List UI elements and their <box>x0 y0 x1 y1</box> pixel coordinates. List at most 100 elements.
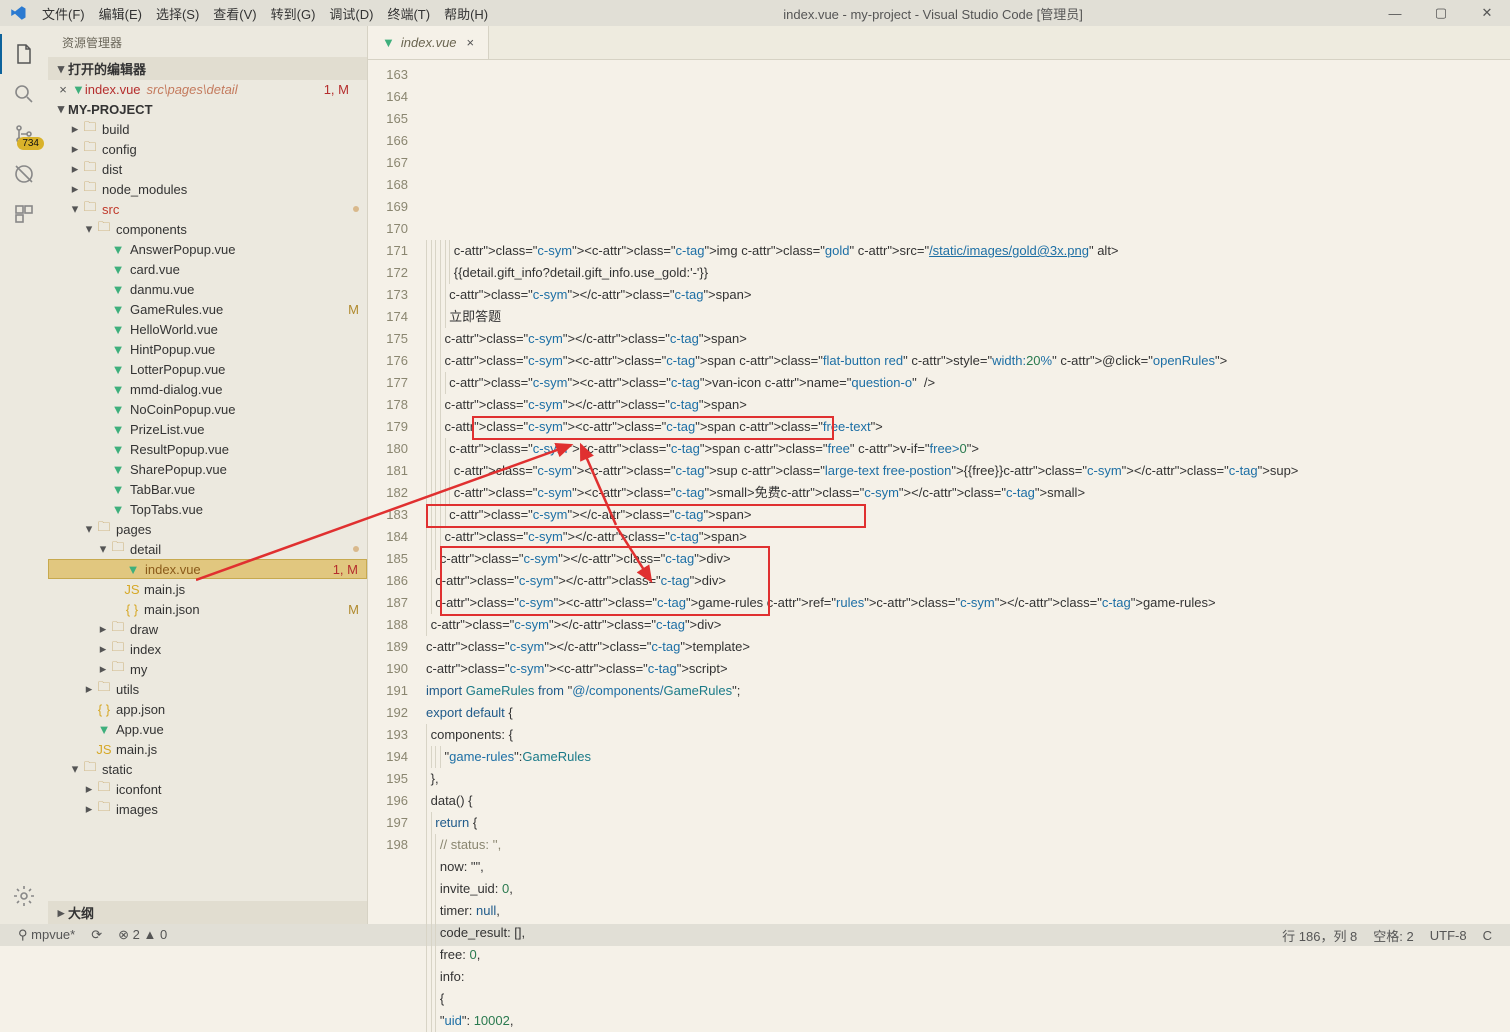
js-file-icon: JS <box>96 741 112 757</box>
outline-header[interactable]: ▸ 大纲 <box>48 901 367 924</box>
settings-icon[interactable] <box>0 876 48 916</box>
tab-label: index.vue <box>401 35 457 50</box>
tree-item[interactable]: ▸🗀images <box>48 799 367 819</box>
open-editor-name: index.vue <box>85 82 141 97</box>
tree-item[interactable]: JS main.js <box>48 739 367 759</box>
vue-file-icon: ▼ <box>125 561 141 577</box>
tree-item[interactable]: ▾🗀detail <box>48 539 367 559</box>
vue-file-icon: ▼ <box>110 501 126 517</box>
tree-item[interactable]: ▼HintPopup.vue <box>48 339 367 359</box>
tree-item[interactable]: ▼App.vue <box>48 719 367 739</box>
tree-item[interactable]: ▸🗀draw <box>48 619 367 639</box>
tree-item-label: main.json <box>144 602 342 617</box>
code-content[interactable]: c-attr">class="c-sym"><c-attr">class="c-… <box>426 60 1510 924</box>
open-editor-item[interactable]: × ▼ index.vue src\pages\detail 1, M <box>48 80 367 99</box>
tree-chevron-icon: ▸ <box>96 661 110 677</box>
tree-chevron-icon: ▸ <box>82 801 96 817</box>
tree-item[interactable]: ▸🗀build <box>48 119 367 139</box>
menu-edit[interactable]: 编辑(E) <box>93 1 148 26</box>
tree-item[interactable]: ▸🗀dist <box>48 159 367 179</box>
tree-item[interactable]: ▼PrizeList.vue <box>48 419 367 439</box>
tree-item[interactable]: ▼card.vue <box>48 259 367 279</box>
scm-icon[interactable]: 734 <box>0 114 48 154</box>
extensions-icon[interactable] <box>0 194 48 234</box>
menu-terminal[interactable]: 终端(T) <box>381 1 436 26</box>
close-editor-icon[interactable]: × <box>56 82 70 97</box>
tree-item[interactable]: ▾🗀components <box>48 219 367 239</box>
menu-debug[interactable]: 调试(D) <box>323 1 379 26</box>
folder-icon: 🗀 <box>96 521 112 537</box>
tree-item[interactable]: ▾🗀pages <box>48 519 367 539</box>
tree-item[interactable]: ▼ResultPopup.vue <box>48 439 367 459</box>
tab-index-vue[interactable]: ▼ index.vue × <box>368 26 489 59</box>
tab-close-icon[interactable]: × <box>467 35 475 50</box>
tree-item[interactable]: ▸🗀utils <box>48 679 367 699</box>
minimize-button[interactable]: — <box>1372 0 1418 26</box>
tree-item[interactable]: ▼danmu.vue <box>48 279 367 299</box>
search-icon[interactable] <box>0 74 48 114</box>
status-problems[interactable]: ⊗ 2 ▲ 0 <box>110 927 175 943</box>
menu-goto[interactable]: 转到(G) <box>265 1 322 26</box>
vue-file-icon: ▼ <box>110 361 126 377</box>
tree-item[interactable]: ▼TopTabs.vue <box>48 499 367 519</box>
tree-item[interactable]: { }main.jsonM <box>48 599 367 619</box>
tree-item[interactable]: ▼HelloWorld.vue <box>48 319 367 339</box>
vscode-logo-icon <box>6 1 30 25</box>
tree-item[interactable]: ▸🗀node_modules <box>48 179 367 199</box>
tree-item[interactable]: ▸🗀index <box>48 639 367 659</box>
tree-item[interactable]: ▾🗀src <box>48 199 367 219</box>
menu-help[interactable]: 帮助(H) <box>438 1 494 26</box>
menu-view[interactable]: 查看(V) <box>207 1 262 26</box>
folder-icon: 🗀 <box>96 221 112 237</box>
window-title: index.vue - my-project - Visual Studio C… <box>494 4 1372 23</box>
menu-select[interactable]: 选择(S) <box>150 1 205 26</box>
tree-item[interactable]: ▼NoCoinPopup.vue <box>48 399 367 419</box>
vue-file-icon: ▼ <box>110 321 126 337</box>
tree-chevron-icon: ▾ <box>82 521 96 537</box>
modified-dot-icon <box>353 206 359 212</box>
tree-item[interactable]: ▼LotterPopup.vue <box>48 359 367 379</box>
folder-icon: 🗀 <box>110 641 126 657</box>
tree-item[interactable]: ▼GameRules.vueM <box>48 299 367 319</box>
maximize-button[interactable]: ▢ <box>1418 0 1464 26</box>
tree-item[interactable]: ▸🗀iconfont <box>48 779 367 799</box>
tree-item-label: app.json <box>116 702 359 717</box>
tree-item[interactable]: { } app.json <box>48 699 367 719</box>
tree-item[interactable]: JSmain.js <box>48 579 367 599</box>
tree-item[interactable]: ▾🗀static <box>48 759 367 779</box>
tree-item[interactable]: ▼TabBar.vue <box>48 479 367 499</box>
tree-chevron-icon: ▾ <box>96 541 110 557</box>
open-editors-header[interactable]: ▾ 打开的编辑器 <box>48 57 367 80</box>
tree-item[interactable]: ▼index.vue1, M <box>48 559 367 579</box>
editor-body[interactable]: 1631641651661671681691701711721731741751… <box>368 60 1510 924</box>
json-file-icon: { } <box>96 701 112 717</box>
tree-item[interactable]: ▼SharePopup.vue <box>48 459 367 479</box>
git-status-tag: M <box>342 602 359 617</box>
close-window-button[interactable]: ✕ <box>1464 0 1510 26</box>
explorer-icon[interactable] <box>0 34 48 74</box>
tree-chevron-icon <box>111 562 125 577</box>
status-branch[interactable]: ⚲ mpvue* <box>10 927 83 943</box>
sidebar-title: 资源管理器 <box>48 26 367 57</box>
folder-icon: 🗀 <box>82 201 98 217</box>
status-sync-icon[interactable]: ⟳ <box>83 927 110 943</box>
tree-item-label: draw <box>130 622 359 637</box>
menu-file[interactable]: 文件(F) <box>36 1 91 26</box>
tree-item-label: main.js <box>116 742 359 757</box>
project-name: MY-PROJECT <box>68 102 153 117</box>
tree-chevron-icon: ▸ <box>68 161 82 177</box>
folder-icon: 🗀 <box>96 681 112 697</box>
tree-item[interactable]: ▸🗀my <box>48 659 367 679</box>
tree-chevron-icon <box>96 362 110 377</box>
folder-icon: 🗀 <box>110 621 126 637</box>
debug-icon[interactable] <box>0 154 48 194</box>
tree-item-label: iconfont <box>116 782 359 797</box>
tree-item[interactable]: ▼mmd-dialog.vue <box>48 379 367 399</box>
tree-item[interactable]: ▼AnswerPopup.vue <box>48 239 367 259</box>
project-header[interactable]: ▾ MY-PROJECT <box>48 99 367 119</box>
tree-chevron-icon <box>96 462 110 477</box>
tree-item[interactable]: ▸🗀config <box>48 139 367 159</box>
vue-file-icon: ▼ <box>96 721 112 737</box>
tree-item-label: my <box>130 662 359 677</box>
tree-item-label: utils <box>116 682 359 697</box>
